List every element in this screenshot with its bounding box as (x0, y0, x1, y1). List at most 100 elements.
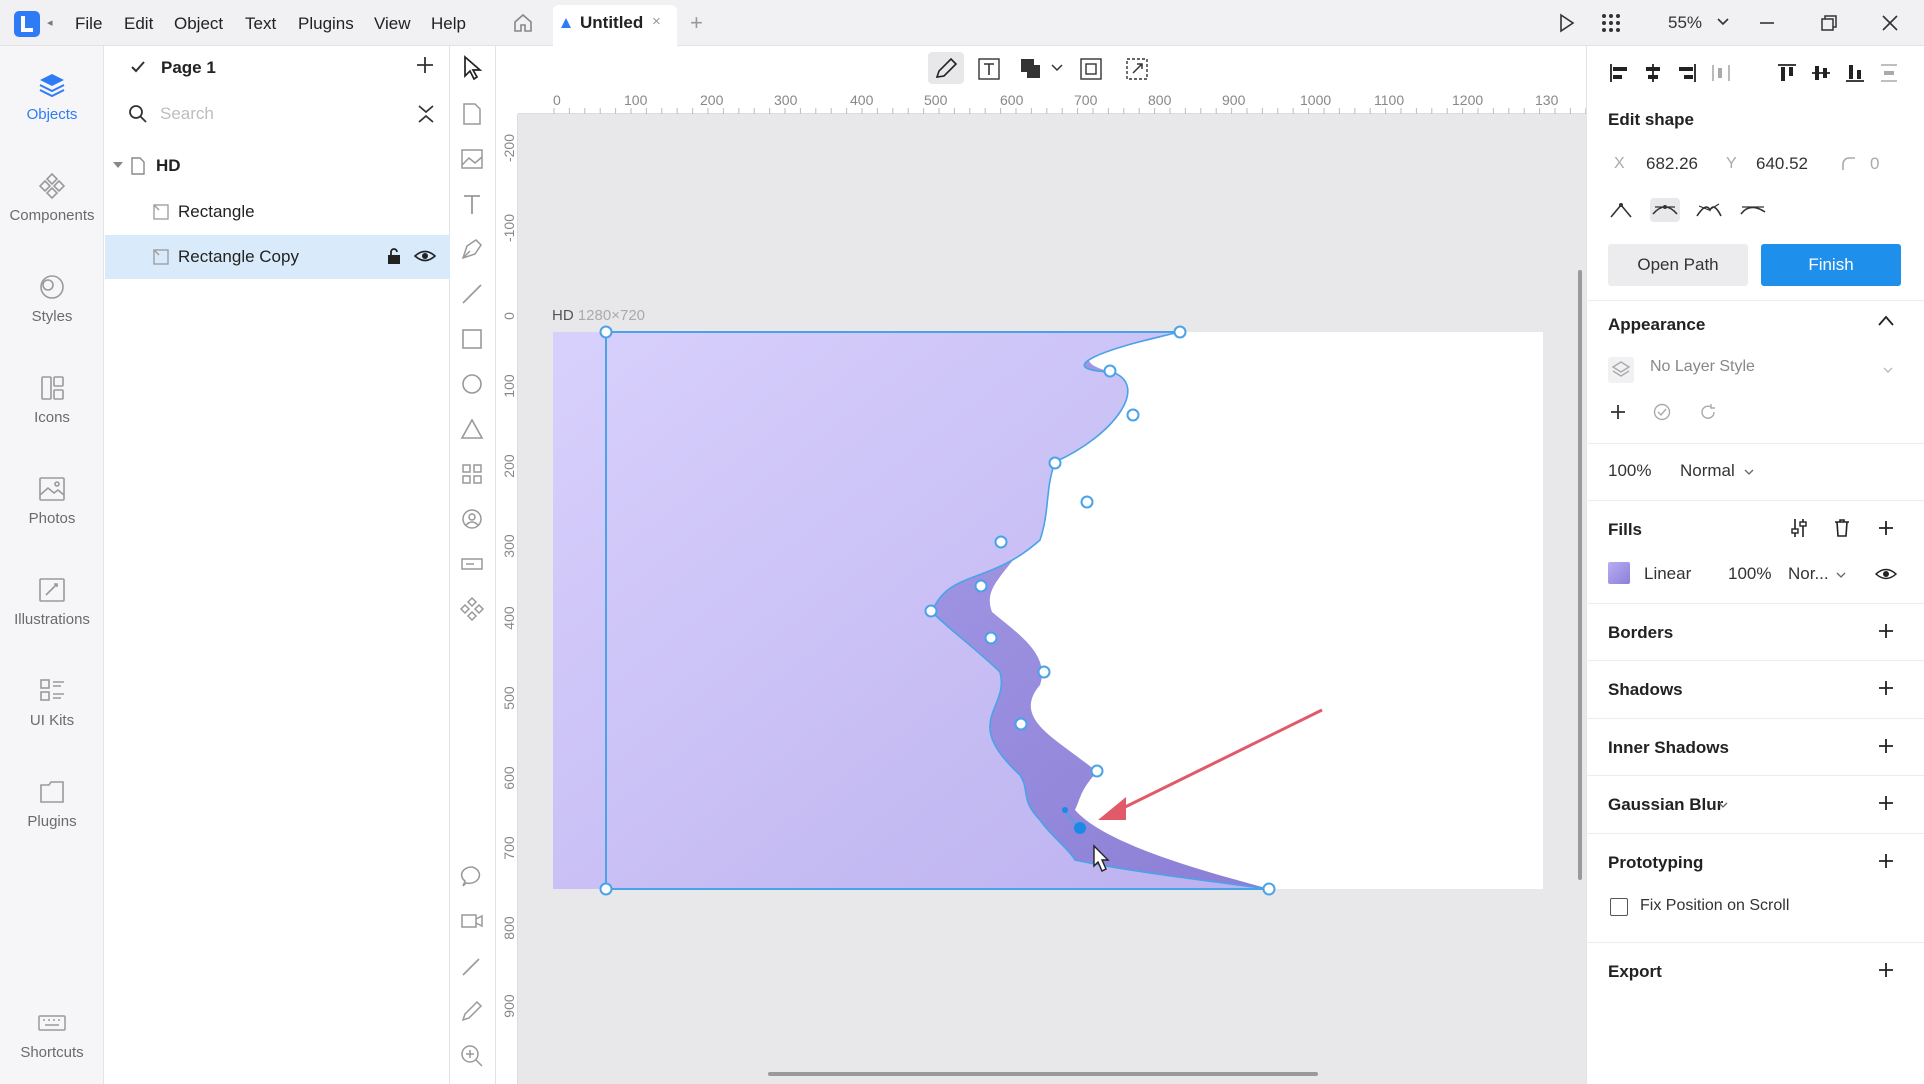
path-anchor-point[interactable] (974, 579, 988, 593)
path-anchor-point[interactable] (924, 604, 938, 618)
menu-object[interactable]: Object (174, 14, 223, 34)
rail-item-plugins[interactable]: Plugins (0, 759, 104, 845)
image-tool-icon[interactable] (458, 145, 486, 173)
horizontal-scrollbar[interactable] (768, 1072, 1318, 1076)
path-anchor-point[interactable] (599, 325, 613, 339)
select-tool-icon[interactable] (458, 54, 486, 82)
reset-style-icon[interactable] (1698, 402, 1718, 422)
collapse-all-icon[interactable] (415, 103, 437, 125)
path-anchor-point[interactable] (984, 631, 998, 645)
add-fill-icon[interactable] (1876, 518, 1896, 538)
menu-text[interactable]: Text (245, 14, 276, 34)
blend-mode-select[interactable]: Normal (1680, 461, 1735, 481)
path-anchor-point[interactable] (1103, 364, 1117, 378)
path-anchor-point[interactable] (994, 535, 1008, 549)
layer-artboard-hd[interactable]: HD (156, 156, 181, 176)
home-icon[interactable] (512, 12, 534, 34)
avatar-tool-icon[interactable] (458, 505, 486, 533)
point-type-disconnected-icon[interactable] (1694, 198, 1724, 222)
play-icon[interactable] (1555, 12, 1577, 34)
close-window-icon[interactable] (1879, 12, 1901, 34)
selected-anchor-point[interactable] (1074, 822, 1086, 834)
brush-tool-icon[interactable] (458, 952, 486, 980)
grid-tool-icon[interactable] (458, 460, 486, 488)
eye-icon[interactable] (414, 247, 436, 265)
menu-edit[interactable]: Edit (124, 14, 153, 34)
page-selector[interactable]: Page 1 (161, 58, 216, 78)
add-blur-icon[interactable] (1876, 793, 1896, 813)
path-anchor-point[interactable] (1126, 408, 1140, 422)
distribute-horizontal-icon[interactable] (1710, 62, 1732, 84)
zoom-tool-icon[interactable] (458, 1042, 486, 1070)
add-page-icon[interactable] (414, 54, 436, 76)
zoom-level[interactable]: 55% (1668, 13, 1702, 33)
layer-style-select[interactable]: No Layer Style (1650, 358, 1755, 376)
fill-color-swatch[interactable] (1608, 562, 1630, 584)
add-border-icon[interactable] (1876, 621, 1896, 641)
point-x-input[interactable]: 682.26 (1646, 154, 1698, 174)
video-tool-icon[interactable] (458, 907, 486, 935)
point-type-mirrored-icon[interactable] (1650, 198, 1680, 222)
ellipse-tool-icon[interactable] (458, 370, 486, 398)
path-anchor-point[interactable] (1173, 325, 1187, 339)
rectangle-tool-icon[interactable] (458, 325, 486, 353)
fix-position-checkbox[interactable] (1610, 898, 1628, 916)
rail-item-objects[interactable]: Objects (0, 52, 104, 138)
add-style-icon[interactable] (1608, 402, 1628, 422)
add-inner-shadow-icon[interactable] (1876, 736, 1896, 756)
path-anchor-point[interactable] (1080, 495, 1094, 509)
rail-item-shortcuts[interactable]: Shortcuts (0, 990, 104, 1076)
rail-item-illustrations[interactable]: Illustrations (0, 557, 104, 643)
menu-view[interactable]: View (374, 14, 411, 34)
apply-style-icon[interactable] (1652, 402, 1672, 422)
close-tab-icon[interactable]: × (652, 13, 661, 30)
comment-tool-icon[interactable] (458, 862, 486, 890)
canvas-artwork[interactable] (497, 46, 1586, 1084)
path-anchor-point[interactable] (1262, 882, 1276, 896)
rectangle-copy-shape[interactable] (553, 332, 1269, 889)
grid-icon[interactable] (1600, 12, 1622, 34)
layer-search-input[interactable] (160, 100, 400, 128)
add-shadow-icon[interactable] (1876, 678, 1896, 698)
sliders-icon[interactable] (1788, 517, 1810, 539)
align-center-horizontal-icon[interactable] (1642, 62, 1664, 84)
menu-file[interactable]: File (75, 14, 102, 34)
path-anchor-point[interactable] (1090, 764, 1104, 778)
input-tool-icon[interactable] (458, 550, 486, 578)
rail-item-styles[interactable]: Styles (0, 254, 104, 340)
fill-opacity-input[interactable]: 100% (1728, 564, 1771, 584)
align-bottom-icon[interactable] (1844, 62, 1866, 84)
chevron-down-icon[interactable] (1718, 801, 1728, 809)
artboard-tool-icon[interactable] (458, 100, 486, 128)
align-left-icon[interactable] (1608, 62, 1630, 84)
path-anchor-point[interactable] (1014, 717, 1028, 731)
menu-help[interactable]: Help (431, 14, 466, 34)
fill-type-select[interactable]: Linear (1644, 564, 1691, 584)
distribute-vertical-icon[interactable] (1878, 62, 1900, 84)
path-anchor-point[interactable] (1037, 665, 1051, 679)
gaussian-blur-section-title[interactable]: Gaussian Blur (1608, 795, 1723, 815)
path-anchor-point[interactable] (599, 882, 613, 896)
line-tool-icon[interactable] (458, 280, 486, 308)
triangle-tool-icon[interactable] (458, 415, 486, 443)
app-logo-icon[interactable] (14, 11, 40, 37)
app-menu-caret-icon[interactable]: ◂ (47, 16, 53, 29)
opacity-input[interactable]: 100% (1608, 461, 1651, 481)
add-export-icon[interactable] (1876, 960, 1896, 980)
text-tool-icon[interactable] (458, 190, 486, 218)
add-prototype-link-icon[interactable] (1876, 851, 1896, 871)
pencil-tool-icon[interactable] (458, 997, 486, 1025)
path-anchor-point[interactable] (1048, 456, 1062, 470)
corner-radius-input[interactable]: 0 (1870, 154, 1879, 174)
chevron-up-icon[interactable] (1876, 314, 1896, 328)
align-top-icon[interactable] (1776, 62, 1798, 84)
restore-icon[interactable] (1818, 12, 1840, 34)
rail-item-icons[interactable]: Icons (0, 355, 104, 441)
unlock-icon[interactable] (385, 247, 403, 265)
open-path-button[interactable]: Open Path (1608, 244, 1748, 286)
control-handle[interactable] (1062, 807, 1068, 813)
chevron-down-icon[interactable] (1836, 571, 1846, 579)
chevron-down-icon[interactable] (1882, 365, 1894, 375)
eye-icon[interactable] (1875, 566, 1897, 582)
align-right-icon[interactable] (1676, 62, 1698, 84)
